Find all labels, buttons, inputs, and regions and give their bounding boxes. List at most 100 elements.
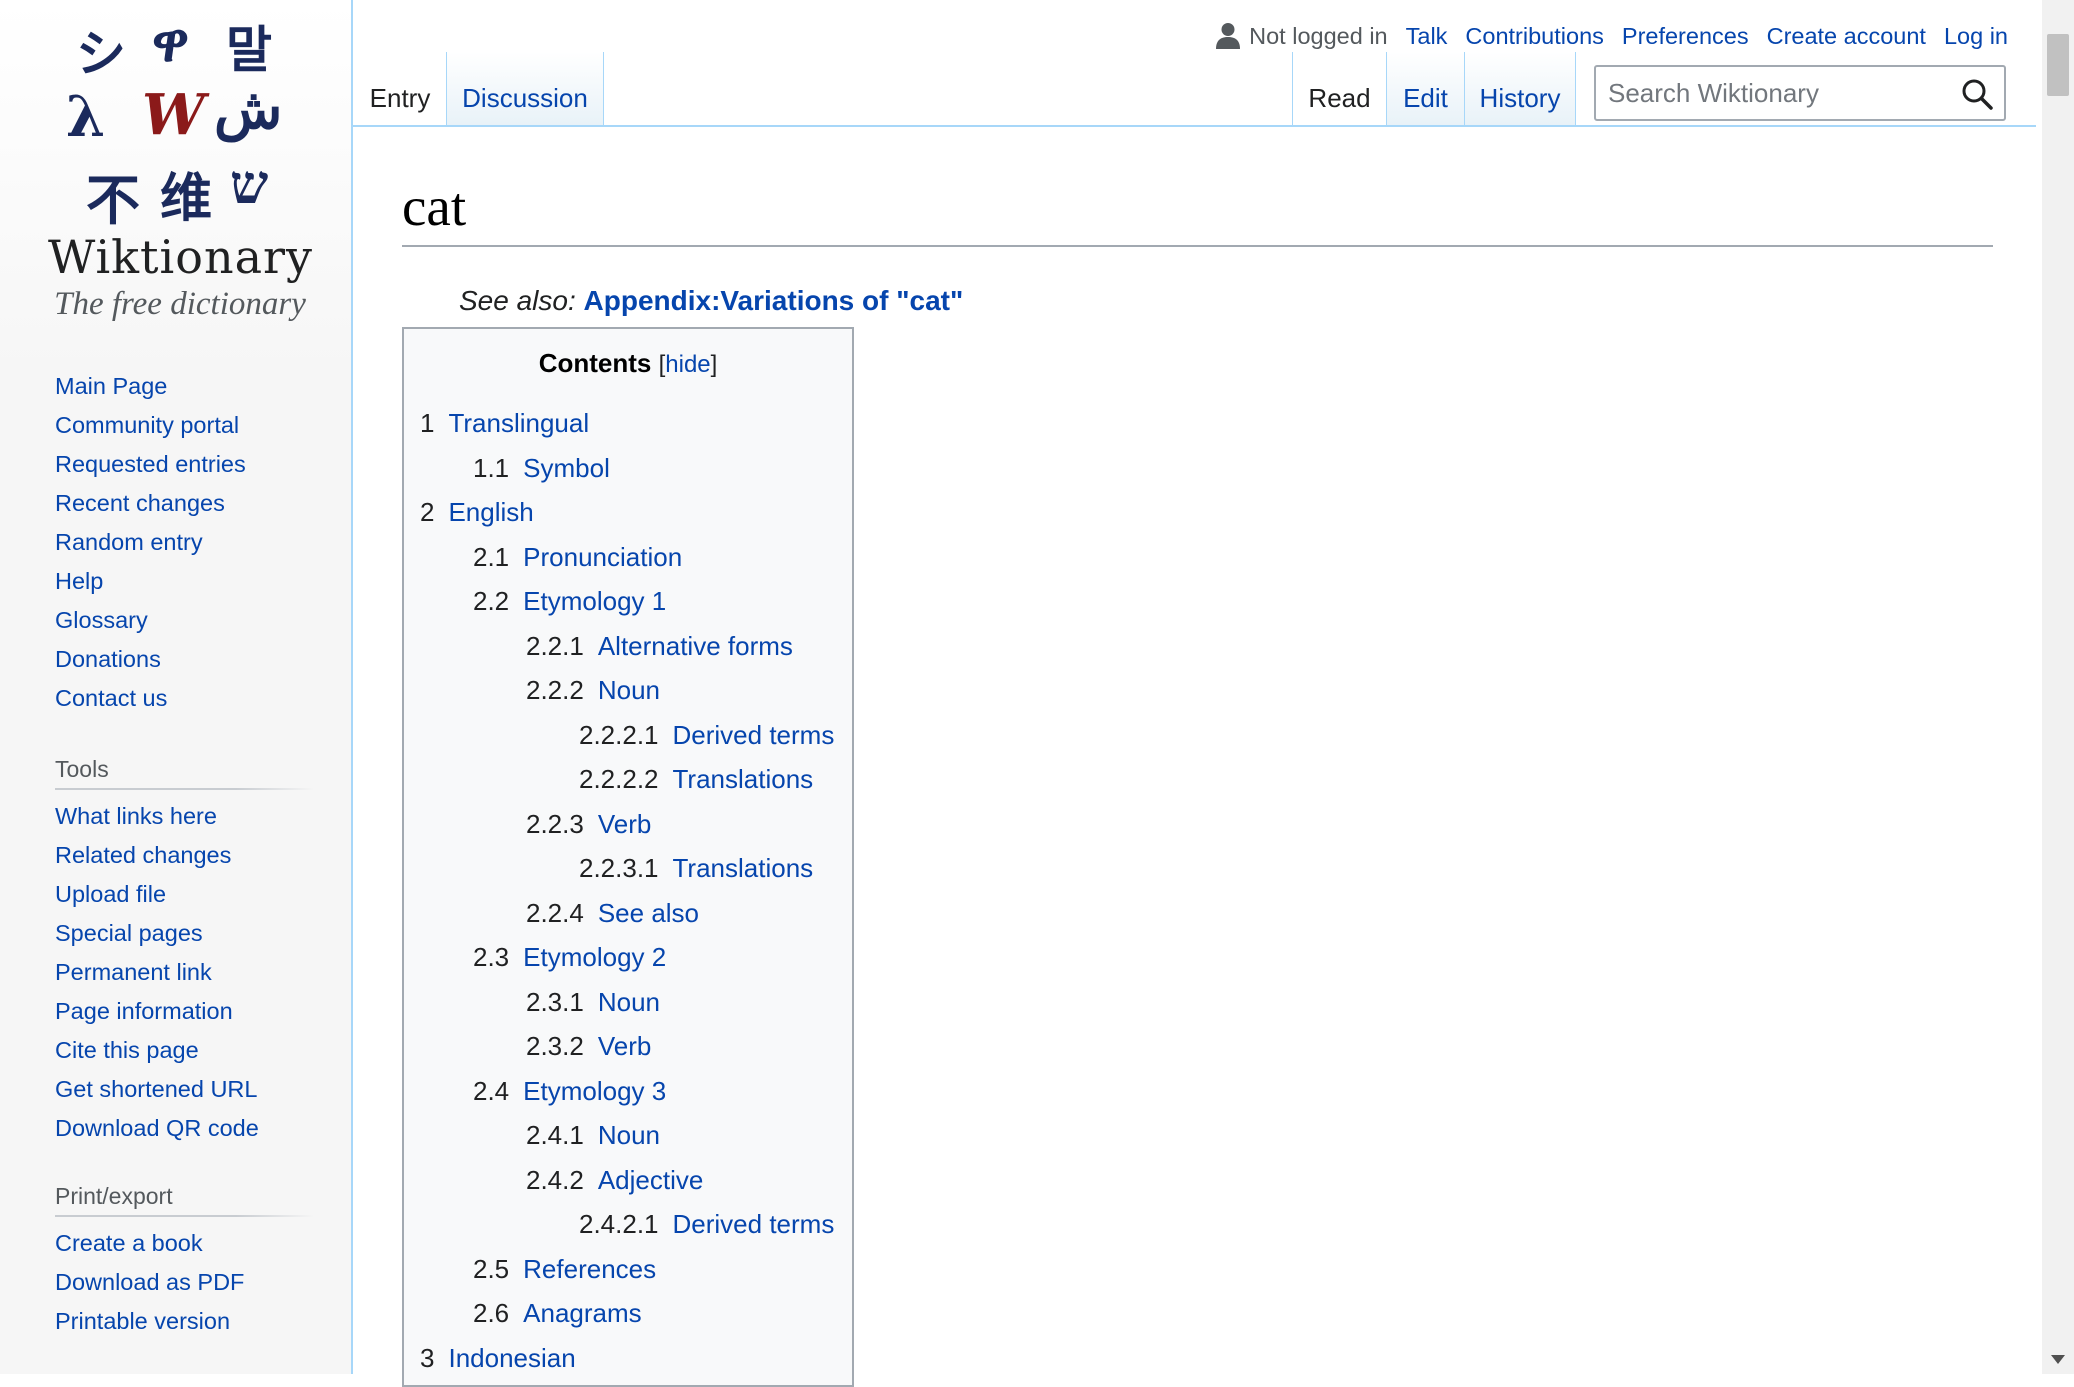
toc-link[interactable]: References	[523, 1254, 656, 1284]
toc-link[interactable]: Translations	[673, 764, 814, 794]
nav-link[interactable]: Contact us	[55, 685, 167, 711]
toc-number: 2.2.2.2	[579, 764, 659, 794]
toc-link[interactable]: English	[448, 497, 533, 527]
nav-link[interactable]: Recent changes	[55, 490, 225, 516]
tab-read[interactable]: Read	[1292, 52, 1386, 126]
tab-discussion[interactable]: Discussion	[446, 52, 604, 126]
main-content: cat See also: Appendix:Variations of "ca…	[353, 127, 2037, 1387]
toc-toggle: [hide]	[659, 351, 718, 378]
tools-item: Download QR code	[55, 1114, 313, 1153]
navigation-list: Main Page Community portal Requested ent…	[55, 372, 313, 723]
see-also-label: See also:	[459, 285, 576, 316]
toc-link[interactable]: Alternative forms	[598, 631, 793, 661]
nav-link[interactable]: Random entry	[55, 529, 203, 555]
tab-entry[interactable]: Entry	[354, 52, 446, 126]
talk-link[interactable]: Talk	[1406, 23, 1448, 50]
scroll-down-arrow-icon[interactable]	[2051, 1355, 2065, 1364]
toc-link[interactable]: Noun	[598, 987, 660, 1017]
nav-link[interactable]: Glossary	[55, 607, 148, 633]
toc-toggle-bracket: ]	[710, 351, 718, 378]
toc-link[interactable]: Noun	[598, 1120, 660, 1150]
toc-item: 2.1 Pronunciation	[473, 541, 682, 573]
tools-item: Permanent link	[55, 958, 313, 997]
scrollbar-thumb[interactable]	[2047, 34, 2069, 96]
tools-link-qr-code[interactable]: Download QR code	[55, 1115, 259, 1141]
logo-tagline: The free dictionary	[54, 286, 306, 322]
toc-number: 2.2.2.1	[579, 720, 659, 750]
nav-link[interactable]: Help	[55, 568, 103, 594]
toc-link[interactable]: Pronunciation	[523, 542, 682, 572]
tools-link-shortened-url[interactable]: Get shortened URL	[55, 1076, 257, 1102]
tools-link-special-pages[interactable]: Special pages	[55, 920, 203, 946]
nav-link[interactable]: Main Page	[55, 373, 167, 399]
toc-link[interactable]: Indonesian	[448, 1343, 575, 1373]
toc-number: 2.5	[473, 1254, 510, 1284]
not-logged-in-status: Not logged in	[1249, 22, 1388, 49]
wiktionary-logo[interactable]: シ ዋ 말 λ W ش 不 维 ש Wiktionary The free di…	[44, 6, 314, 326]
toc-link[interactable]: Adjective	[598, 1165, 704, 1195]
toc-number: 2.2.2	[526, 675, 584, 705]
tools-link-what-links-here[interactable]: What links here	[55, 803, 217, 829]
toc-link[interactable]: Derived terms	[673, 1209, 835, 1239]
toc-item: 2.5 References	[473, 1253, 656, 1285]
tools-link-cite-this-page[interactable]: Cite this page	[55, 1037, 199, 1063]
toc-link[interactable]: Anagrams	[523, 1298, 642, 1328]
toc-item: 2.2 Etymology 1	[473, 585, 666, 617]
personal-tools: Not logged in Talk Contributions Prefere…	[1215, 22, 2008, 50]
tab-label: History	[1479, 83, 1561, 113]
logo-glyph: 말	[226, 20, 272, 79]
preferences-link[interactable]: Preferences	[1622, 23, 1749, 50]
toc-item: 2.2.1 Alternative forms	[526, 630, 793, 662]
print-export-item: Download as PDF	[55, 1268, 313, 1307]
scrollbar[interactable]	[2042, 0, 2074, 1374]
toc-item: 1.1 Symbol	[473, 452, 610, 484]
toc-link[interactable]: Symbol	[523, 453, 610, 483]
toc-item: 3 Indonesian	[420, 1342, 576, 1374]
toc-link[interactable]: Verb	[598, 1031, 652, 1061]
toc-link[interactable]: Derived terms	[673, 720, 835, 750]
nav-link[interactable]: Donations	[55, 646, 161, 672]
nav-link[interactable]: Requested entries	[55, 451, 246, 477]
toc-link[interactable]: See also	[598, 898, 699, 928]
tools-link-page-information[interactable]: Page information	[55, 998, 233, 1024]
toc-link[interactable]: Translingual	[448, 408, 589, 438]
search-icon[interactable]	[1960, 77, 1994, 111]
toc-link[interactable]: Translations	[673, 853, 814, 883]
tools-link-related-changes[interactable]: Related changes	[55, 842, 231, 868]
tab-history[interactable]: History	[1464, 52, 1576, 126]
navigation-portlet: Main Page Community portal Requested ent…	[55, 372, 313, 723]
toc-item: 2.4.2 Adjective	[526, 1164, 703, 1196]
tools-link-upload-file[interactable]: Upload file	[55, 881, 166, 907]
nav-link[interactable]: Community portal	[55, 412, 239, 438]
toc-link[interactable]: Etymology 2	[523, 942, 666, 972]
tools-item: Get shortened URL	[55, 1075, 313, 1114]
toc-number: 2.2.3	[526, 809, 584, 839]
tab-label: Entry	[369, 83, 431, 113]
toc-number: 1.1	[473, 453, 510, 483]
toc-link[interactable]: Etymology 3	[523, 1076, 666, 1106]
toc-number: 3	[420, 1343, 435, 1373]
toc-number: 2.2.4	[526, 898, 584, 928]
toc-number: 2	[420, 497, 435, 527]
toc-link[interactable]: Noun	[598, 675, 660, 705]
toc-item: 2.2.3.1 Translations	[579, 852, 813, 884]
nav-item-community-portal: Community portal	[55, 411, 313, 450]
print-link-create-book[interactable]: Create a book	[55, 1230, 203, 1256]
toc-hide-button[interactable]: hide	[665, 351, 710, 378]
log-in-link[interactable]: Log in	[1944, 23, 2008, 50]
create-account-link[interactable]: Create account	[1767, 23, 1926, 50]
see-also-link[interactable]: Appendix:Variations of "cat"	[584, 285, 964, 316]
toc-number: 2.3.2	[526, 1031, 584, 1061]
print-link-download-pdf[interactable]: Download as PDF	[55, 1269, 244, 1295]
contributions-link[interactable]: Contributions	[1465, 23, 1603, 50]
tools-link-permanent-link[interactable]: Permanent link	[55, 959, 212, 985]
search-input[interactable]	[1608, 75, 1938, 111]
toc-number: 2.2	[473, 586, 510, 616]
toc-link[interactable]: Etymology 1	[523, 586, 666, 616]
toc-link[interactable]: Verb	[598, 809, 652, 839]
toc-item: 1 Translingual	[420, 407, 589, 439]
toc-number: 1	[420, 408, 435, 438]
tab-edit[interactable]: Edit	[1386, 52, 1464, 126]
print-link-printable-version[interactable]: Printable version	[55, 1308, 230, 1334]
toc-number: 2.4	[473, 1076, 510, 1106]
